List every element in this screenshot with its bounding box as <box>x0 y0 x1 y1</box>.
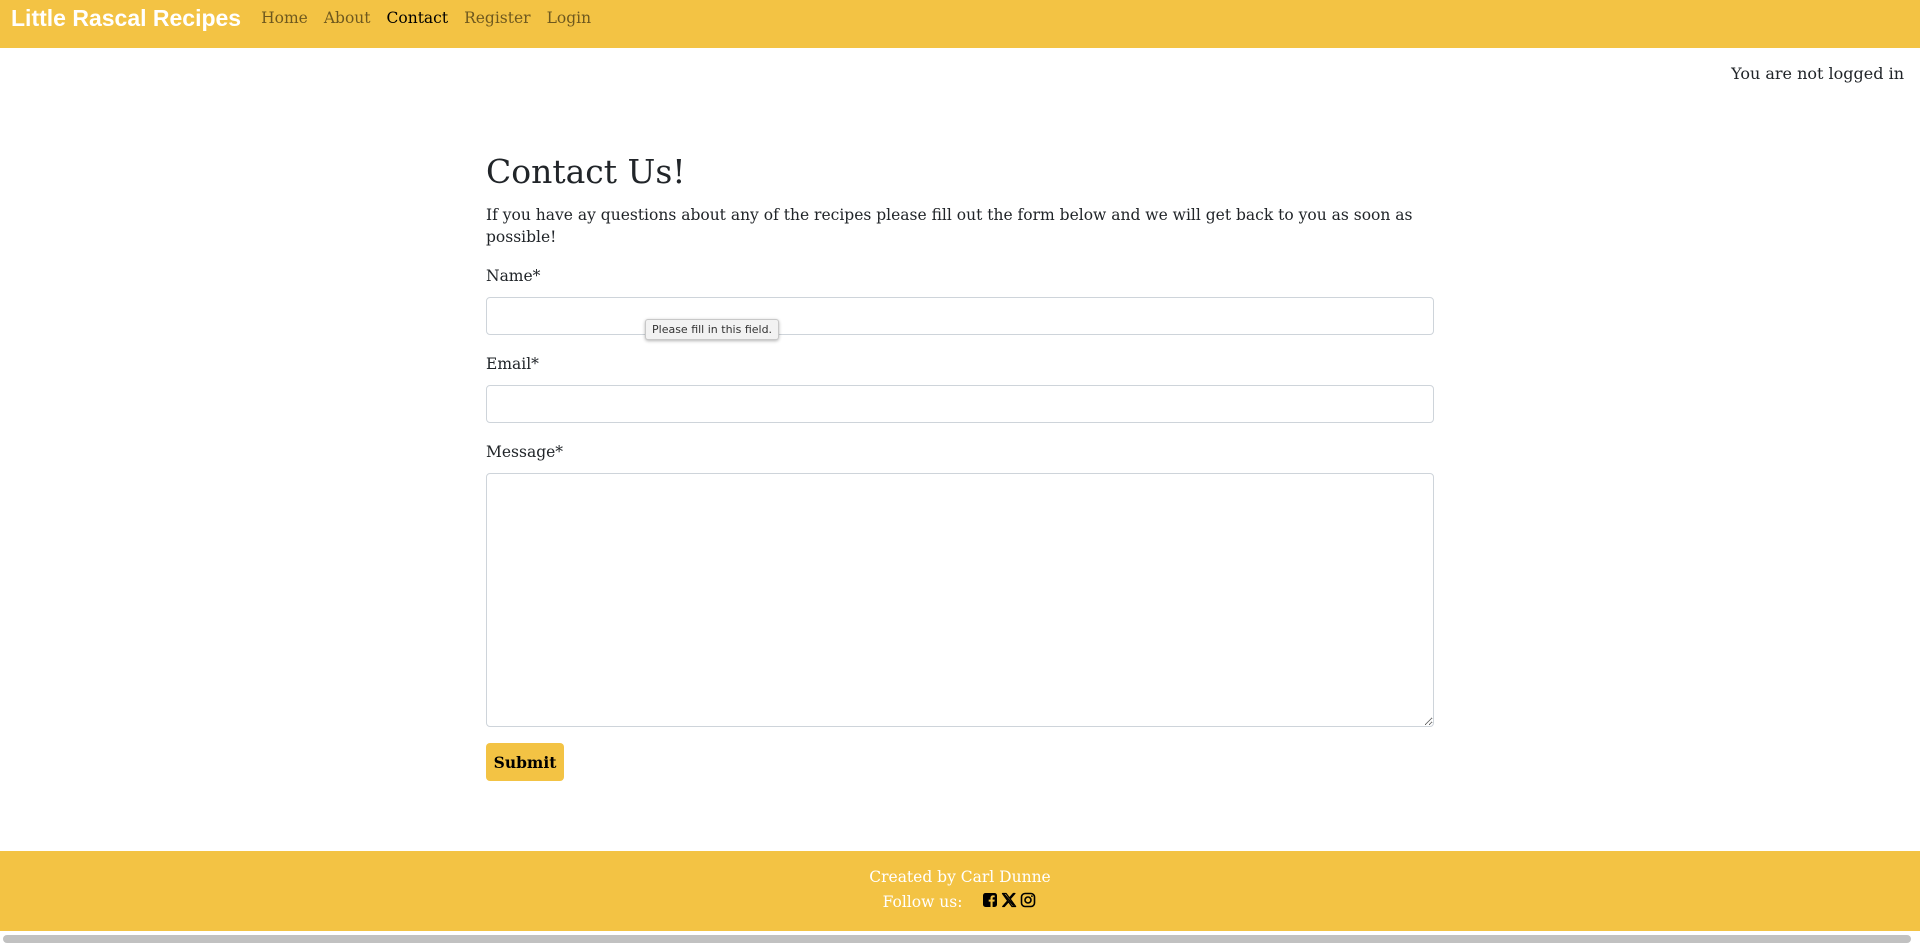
validation-tooltip: Please fill in this field. <box>645 319 780 340</box>
footer-social: Follow us: <box>0 892 1920 912</box>
email-label: Email* <box>486 355 539 373</box>
message-label: Message* <box>486 443 564 461</box>
nav-link-about[interactable]: About <box>316 9 379 27</box>
intro-text: If you have ay questions about any of th… <box>486 206 1413 246</box>
submit-button[interactable]: Submit <box>486 743 564 781</box>
name-field-wrap: Please fill in this field. <box>486 297 1434 340</box>
facebook-icon[interactable] <box>980 892 999 912</box>
page-title: Contact Us! <box>486 152 686 191</box>
footer: Created by Carl Dunne Follow us: <box>0 851 1920 931</box>
login-status: You are not logged in <box>1731 64 1904 83</box>
email-input[interactable] <box>486 385 1434 423</box>
nav-link-home[interactable]: Home <box>253 9 316 27</box>
contact-form: Name* Please fill in this field. Email* … <box>486 265 1434 781</box>
nav-link-contact[interactable]: Contact <box>379 9 457 27</box>
navbar: Little Rascal Recipes Home About Contact… <box>0 0 1920 48</box>
instagram-icon[interactable] <box>1018 892 1037 912</box>
message-textarea[interactable] <box>486 473 1434 727</box>
scrollbar-thumb[interactable] <box>3 935 1911 943</box>
nav-links: Home About Contact Register Login <box>253 9 599 27</box>
horizontal-scrollbar[interactable] <box>0 931 1920 947</box>
footer-credit: Created by Carl Dunne <box>869 868 1051 886</box>
brand-logo[interactable]: Little Rascal Recipes <box>11 5 241 32</box>
follow-label: Follow us: <box>882 893 963 911</box>
x-twitter-icon[interactable] <box>999 892 1018 912</box>
name-input[interactable] <box>486 297 1434 335</box>
name-label: Name* <box>486 267 541 285</box>
nav-link-register[interactable]: Register <box>456 9 539 27</box>
nav-link-login[interactable]: Login <box>539 9 600 27</box>
contact-section: Contact Us! If you have ay questions abo… <box>486 150 1434 781</box>
